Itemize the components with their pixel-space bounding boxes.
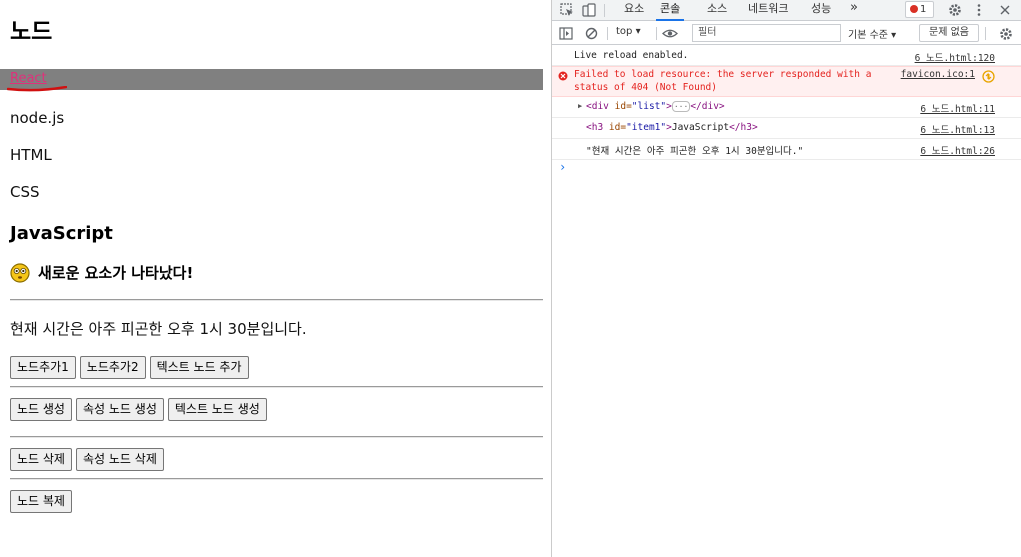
network-request-icon[interactable] bbox=[982, 70, 995, 83]
context-value: top bbox=[616, 26, 633, 37]
new-element-heading: 새로운 요소가 나타났다! bbox=[10, 262, 193, 284]
expand-triangle-icon[interactable]: ▶ bbox=[578, 102, 582, 110]
tab-network[interactable]: 네트워크 bbox=[748, 0, 788, 21]
settings-gear-icon[interactable] bbox=[948, 3, 962, 17]
list-item-css: CSS bbox=[10, 183, 40, 201]
button-row-add: 노드추가1 노드추가2 텍스트 노드 추가 bbox=[10, 356, 249, 379]
source-link[interactable]: 6 노드.html:26 bbox=[920, 143, 995, 157]
new-element-text: 새로운 요소가 나타났다! bbox=[38, 264, 194, 282]
source-link[interactable]: 6 노드.html:120 bbox=[915, 50, 995, 64]
create-attribute-node-button[interactable]: 속성 노드 생성 bbox=[75, 398, 164, 421]
kebab-menu-icon[interactable] bbox=[976, 3, 982, 17]
list-item-nodejs: node.js bbox=[10, 109, 65, 127]
attr-value: "item1" bbox=[626, 122, 667, 133]
log-level-select[interactable]: 기본 수준 ▾ bbox=[848, 26, 896, 41]
source-link[interactable]: favicon.ico:1 bbox=[901, 69, 975, 80]
context-select[interactable]: top ▾ bbox=[616, 26, 641, 37]
horizontal-rule bbox=[10, 436, 543, 438]
tag-open: <h3 bbox=[586, 122, 604, 133]
button-row-clone: 노드 복제 bbox=[10, 490, 72, 513]
add-text-node-button[interactable]: 텍스트 노드 추가 bbox=[149, 356, 249, 379]
issues-button[interactable]: 문제 없음 bbox=[919, 24, 979, 42]
heading-javascript: JavaScript bbox=[10, 223, 113, 244]
list-item-html: HTML bbox=[10, 146, 52, 164]
list-item-react[interactable]: React bbox=[10, 71, 47, 86]
source-link[interactable]: 6 노드.html:11 bbox=[920, 101, 995, 115]
create-node-button[interactable]: 노드 생성 bbox=[10, 398, 72, 421]
message-text: Live reload enabled. bbox=[574, 50, 689, 61]
sidebar-toggle-icon[interactable] bbox=[559, 27, 573, 40]
eye-icon[interactable] bbox=[662, 28, 678, 39]
attr-name: id= bbox=[608, 122, 627, 133]
error-text-line2: status of 404 (Not Found) bbox=[574, 82, 717, 93]
add-node-2-button[interactable]: 노드추가2 bbox=[79, 356, 146, 379]
attr-value: "list" bbox=[631, 101, 667, 112]
toolbar-separator bbox=[656, 27, 657, 40]
console-toolbar: top ▾ 필터 기본 수준 ▾ 문제 없음 bbox=[552, 22, 1021, 45]
button-row-delete: 노드 삭제 속성 노드 삭제 bbox=[10, 448, 164, 471]
tab-elements[interactable]: 요소 bbox=[624, 0, 644, 21]
console-settings-gear-icon[interactable] bbox=[999, 27, 1013, 41]
create-text-node-button[interactable]: 텍스트 노드 생성 bbox=[167, 398, 267, 421]
inspect-element-icon[interactable] bbox=[560, 3, 574, 17]
close-icon[interactable] bbox=[999, 4, 1011, 16]
horizontal-rule bbox=[10, 386, 543, 388]
console-prompt[interactable]: › bbox=[559, 160, 566, 174]
flushed-face-icon bbox=[10, 263, 30, 283]
tag-end: </h3> bbox=[729, 122, 758, 133]
page-viewport: 노드 React node.js HTML CSS JavaScript 새로운… bbox=[0, 0, 551, 557]
attr-name: id= bbox=[614, 101, 632, 112]
dom-node-h3[interactable]: <h3 id="item1">JavaScript</h3> bbox=[586, 122, 758, 133]
console-message: "현재 시간은 아주 피곤한 오후 1시 30분입니다." 6 노드.html:… bbox=[552, 139, 1021, 160]
list-item-highlighted: React bbox=[0, 69, 543, 90]
console-message[interactable]: ▶ <div id="list"> ··· </div> 6 노드.html:11 bbox=[552, 97, 1021, 118]
button-row-create: 노드 생성 속성 노드 생성 텍스트 노드 생성 bbox=[10, 398, 267, 421]
delete-attribute-node-button[interactable]: 속성 노드 삭제 bbox=[75, 448, 164, 471]
error-circle-icon bbox=[558, 71, 568, 81]
console-message[interactable]: <h3 id="item1">JavaScript</h3> 6 노드.html… bbox=[552, 118, 1021, 139]
source-link[interactable]: 6 노드.html:13 bbox=[920, 122, 995, 136]
toolbar-separator bbox=[607, 27, 608, 40]
tab-performance[interactable]: 성능 bbox=[811, 0, 831, 21]
time-paragraph: 현재 시간은 아주 피곤한 오후 1시 30분입니다. bbox=[10, 320, 307, 338]
log-level-value: 기본 수준 bbox=[848, 30, 888, 41]
more-tabs-button[interactable]: » bbox=[850, 0, 858, 21]
page-title: 노드 bbox=[10, 19, 53, 45]
clear-console-icon[interactable] bbox=[585, 27, 598, 40]
horizontal-rule bbox=[10, 478, 543, 480]
add-node-1-button[interactable]: 노드추가1 bbox=[10, 356, 76, 379]
error-count: 1 bbox=[920, 4, 927, 15]
device-toolbar-icon[interactable] bbox=[582, 3, 596, 17]
tag-close: > bbox=[666, 101, 672, 112]
error-text-line1: Failed to load resource: the server resp… bbox=[574, 69, 872, 80]
tab-sources[interactable]: 소스 bbox=[707, 0, 727, 21]
error-icon bbox=[910, 5, 918, 13]
devtools-tab-bar: 요소 콘솔 소스 네트워크 성능 » 1 bbox=[552, 0, 1021, 21]
dom-node-div[interactable]: <div id="list"> ··· </div> bbox=[586, 101, 725, 112]
console-message: Live reload enabled. 6 노드.html:120 bbox=[552, 46, 1021, 66]
horizontal-rule bbox=[10, 299, 543, 301]
delete-node-button[interactable]: 노드 삭제 bbox=[10, 448, 72, 471]
collapsed-children[interactable]: ··· bbox=[671, 101, 691, 112]
tag-open: <div bbox=[586, 101, 609, 112]
message-text: "현재 시간은 아주 피곤한 오후 1시 30분입니다." bbox=[586, 146, 804, 157]
toolbar-separator bbox=[985, 27, 986, 40]
console-error-message: Failed to load resource: the server resp… bbox=[552, 66, 1021, 97]
filter-input[interactable]: 필터 bbox=[692, 24, 841, 42]
red-underline-annotation bbox=[7, 86, 67, 92]
tag-end: </div> bbox=[690, 101, 725, 112]
node-content: JavaScript bbox=[671, 122, 730, 133]
devtools-panel: 요소 콘솔 소스 네트워크 성능 » 1 top ▾ 필터 기본 수준 ▾ 문제… bbox=[552, 0, 1021, 557]
clone-node-button[interactable]: 노드 복제 bbox=[10, 490, 72, 513]
error-count-badge[interactable]: 1 bbox=[905, 1, 934, 18]
tab-console[interactable]: 콘솔 bbox=[656, 0, 685, 21]
toolbar-separator bbox=[604, 4, 605, 17]
